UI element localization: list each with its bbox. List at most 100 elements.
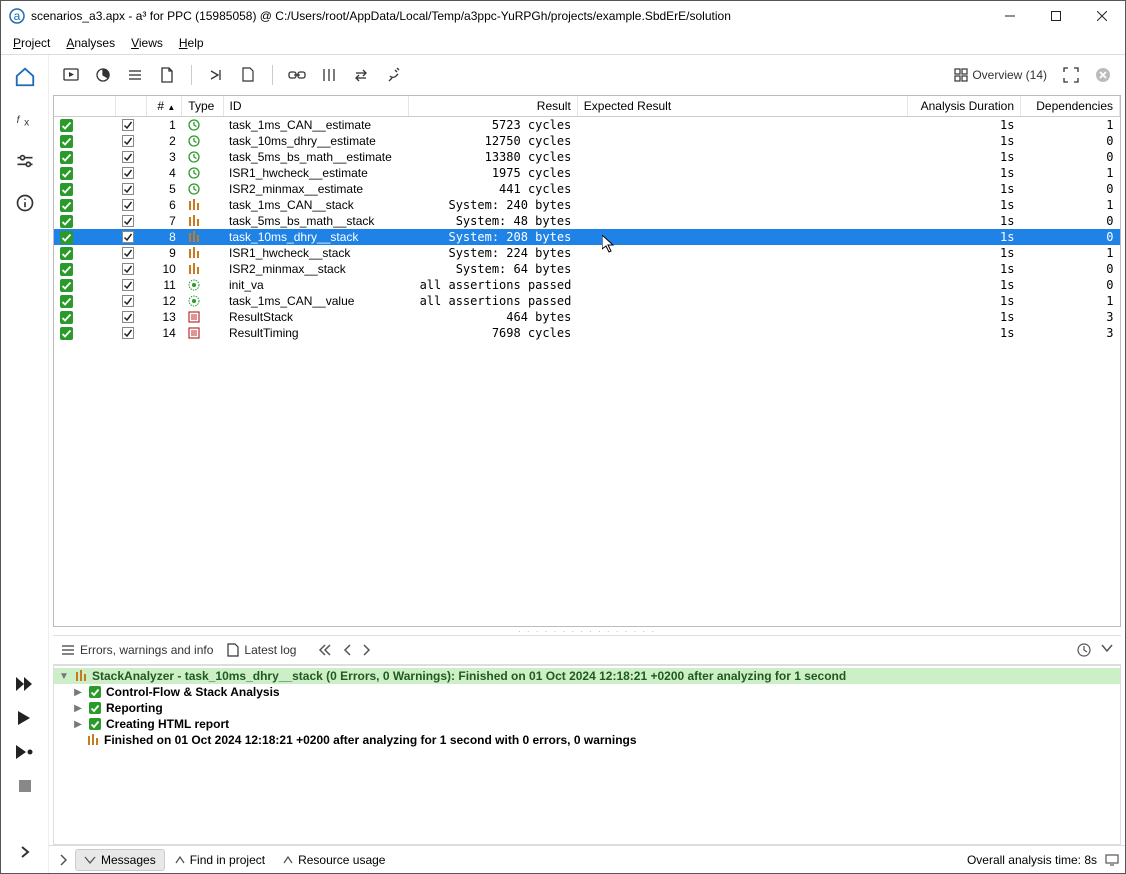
col-status[interactable] — [54, 96, 116, 117]
home-icon[interactable] — [9, 61, 41, 93]
menu-project[interactable]: Project — [5, 33, 58, 53]
checkbox-icon[interactable] — [122, 215, 141, 227]
enabled-cell[interactable] — [116, 213, 147, 229]
table-row[interactable]: 14ResultTiming7698 cycles1s3 — [54, 325, 1120, 341]
link-icon[interactable] — [283, 61, 311, 89]
table-row[interactable]: 3task_5ms_bs_math__estimate13380 cycles1… — [54, 149, 1120, 165]
enabled-cell[interactable] — [116, 293, 147, 309]
document-small-icon[interactable] — [234, 61, 262, 89]
overview-button[interactable]: Overview (14) — [948, 68, 1053, 82]
table-row[interactable]: 7task_5ms_bs_math__stackSystem: 48 bytes… — [54, 213, 1120, 229]
menu-help[interactable]: Help — [171, 33, 212, 53]
results-table[interactable]: # ▲ Type ID Result Expected Result Analy… — [53, 95, 1121, 627]
latest-log-tab[interactable]: Latest log — [227, 643, 296, 657]
checkbox-icon[interactable] — [122, 167, 141, 179]
enabled-cell[interactable] — [116, 165, 147, 181]
table-row[interactable]: 11init_vaall assertions passed1s0 — [54, 277, 1120, 293]
checkbox-icon[interactable] — [122, 231, 141, 243]
col-id[interactable]: ID — [223, 96, 409, 117]
menu-analyses[interactable]: Analyses — [58, 33, 123, 53]
enabled-cell[interactable] — [116, 197, 147, 213]
checkbox-icon[interactable] — [122, 263, 141, 275]
log-row[interactable]: Finished on 01 Oct 2024 12:18:21 +0200 a… — [54, 732, 1120, 748]
checkbox-icon[interactable] — [122, 311, 141, 323]
plug-icon[interactable] — [379, 61, 407, 89]
enabled-cell[interactable] — [116, 229, 147, 245]
table-row[interactable]: 5ISR2_minmax__estimate441 cycles1s0 — [54, 181, 1120, 197]
close-panel-icon[interactable] — [1089, 61, 1117, 89]
collapse-log-icon[interactable] — [1101, 643, 1113, 657]
clock-icon[interactable] — [1077, 643, 1091, 657]
minimize-button[interactable] — [987, 1, 1033, 31]
log-row[interactable]: ▶ Control-Flow & Stack Analysis — [54, 684, 1120, 700]
splitter[interactable]: · · · · · · · · · · · · · · · · — [49, 627, 1125, 635]
table-row[interactable]: 9ISR1_hwcheck__stackSystem: 224 bytes1s1 — [54, 245, 1120, 261]
swap-icon[interactable] — [347, 61, 375, 89]
checkbox-icon[interactable] — [122, 199, 141, 211]
table-row[interactable]: 10ISR2_minmax__stackSystem: 64 bytes1s0 — [54, 261, 1120, 277]
enabled-cell[interactable] — [116, 309, 147, 325]
pie-icon[interactable] — [89, 61, 117, 89]
col-result[interactable]: Result — [409, 96, 578, 117]
duration-cell: 1s — [907, 165, 1020, 181]
checkbox-icon[interactable] — [122, 119, 141, 131]
col-type[interactable]: Type — [182, 96, 223, 117]
checkbox-icon[interactable] — [122, 295, 141, 307]
fast-forward-icon[interactable] — [13, 673, 37, 695]
play-to-end-icon[interactable] — [13, 741, 37, 763]
first-log-icon[interactable] — [318, 644, 332, 656]
table-row[interactable]: 6task_1ms_CAN__stackSystem: 240 bytes1s1 — [54, 197, 1120, 213]
messages-tab[interactable]: Messages — [75, 849, 165, 871]
col-duration[interactable]: Analysis Duration — [907, 96, 1020, 117]
checkbox-icon[interactable] — [122, 135, 141, 147]
resource-tab[interactable]: Resource usage — [275, 850, 393, 870]
errors-tab[interactable]: Errors, warnings and info — [61, 643, 213, 657]
table-row[interactable]: 4ISR1_hwcheck__estimate1975 cycles1s1 — [54, 165, 1120, 181]
find-tab[interactable]: Find in project — [167, 850, 273, 870]
fullscreen-icon[interactable] — [1057, 61, 1085, 89]
list-icon[interactable] — [121, 61, 149, 89]
expand-right-icon[interactable] — [13, 841, 37, 863]
enabled-cell[interactable] — [116, 245, 147, 261]
log-row[interactable]: ▶ Reporting — [54, 700, 1120, 716]
monitor-icon[interactable] — [1105, 854, 1119, 866]
col-expected[interactable]: Expected Result — [577, 96, 907, 117]
table-row[interactable]: 1task_1ms_CAN__estimate5723 cycles1s1 — [54, 117, 1120, 134]
close-button[interactable] — [1079, 1, 1125, 31]
table-row[interactable]: 2task_10ms_dhry__estimate12750 cycles1s0 — [54, 133, 1120, 149]
document-icon[interactable] — [153, 61, 181, 89]
play-icon[interactable] — [13, 707, 37, 729]
checkbox-icon[interactable] — [122, 247, 141, 259]
log-row[interactable]: ▶ Creating HTML report — [54, 716, 1120, 732]
maximize-button[interactable] — [1033, 1, 1079, 31]
step-icon[interactable] — [202, 61, 230, 89]
enabled-cell[interactable] — [116, 261, 147, 277]
enabled-cell[interactable] — [116, 325, 147, 341]
enabled-cell[interactable] — [116, 149, 147, 165]
expand-status-icon[interactable] — [55, 854, 73, 866]
checkbox-icon[interactable] — [122, 183, 141, 195]
log-header-row[interactable]: ▼ StackAnalyzer - task_10ms_dhry__stack … — [54, 668, 1120, 684]
run-button[interactable] — [57, 61, 85, 89]
info-icon[interactable] — [9, 187, 41, 219]
settings-sliders-icon[interactable] — [9, 145, 41, 177]
col-enabled[interactable] — [116, 96, 147, 117]
table-row[interactable]: 13ResultStack464 bytes1s3 — [54, 309, 1120, 325]
menu-views[interactable]: Views — [123, 33, 171, 53]
col-deps[interactable]: Dependencies — [1021, 96, 1120, 117]
checkbox-icon[interactable] — [122, 327, 141, 339]
table-row[interactable]: 8task_10ms_dhry__stackSystem: 208 bytes1… — [54, 229, 1120, 245]
columns-icon[interactable] — [315, 61, 343, 89]
enabled-cell[interactable] — [116, 277, 147, 293]
table-row[interactable]: 12task_1ms_CAN__valueall assertions pass… — [54, 293, 1120, 309]
col-num[interactable]: # ▲ — [147, 96, 182, 117]
next-log-icon[interactable] — [362, 644, 372, 656]
enabled-cell[interactable] — [116, 181, 147, 197]
enabled-cell[interactable] — [116, 117, 147, 134]
stop-icon[interactable] — [13, 775, 37, 797]
checkbox-icon[interactable] — [122, 279, 141, 291]
prev-log-icon[interactable] — [342, 644, 352, 656]
function-icon[interactable]: fx — [9, 103, 41, 135]
checkbox-icon[interactable] — [122, 151, 141, 163]
enabled-cell[interactable] — [116, 133, 147, 149]
